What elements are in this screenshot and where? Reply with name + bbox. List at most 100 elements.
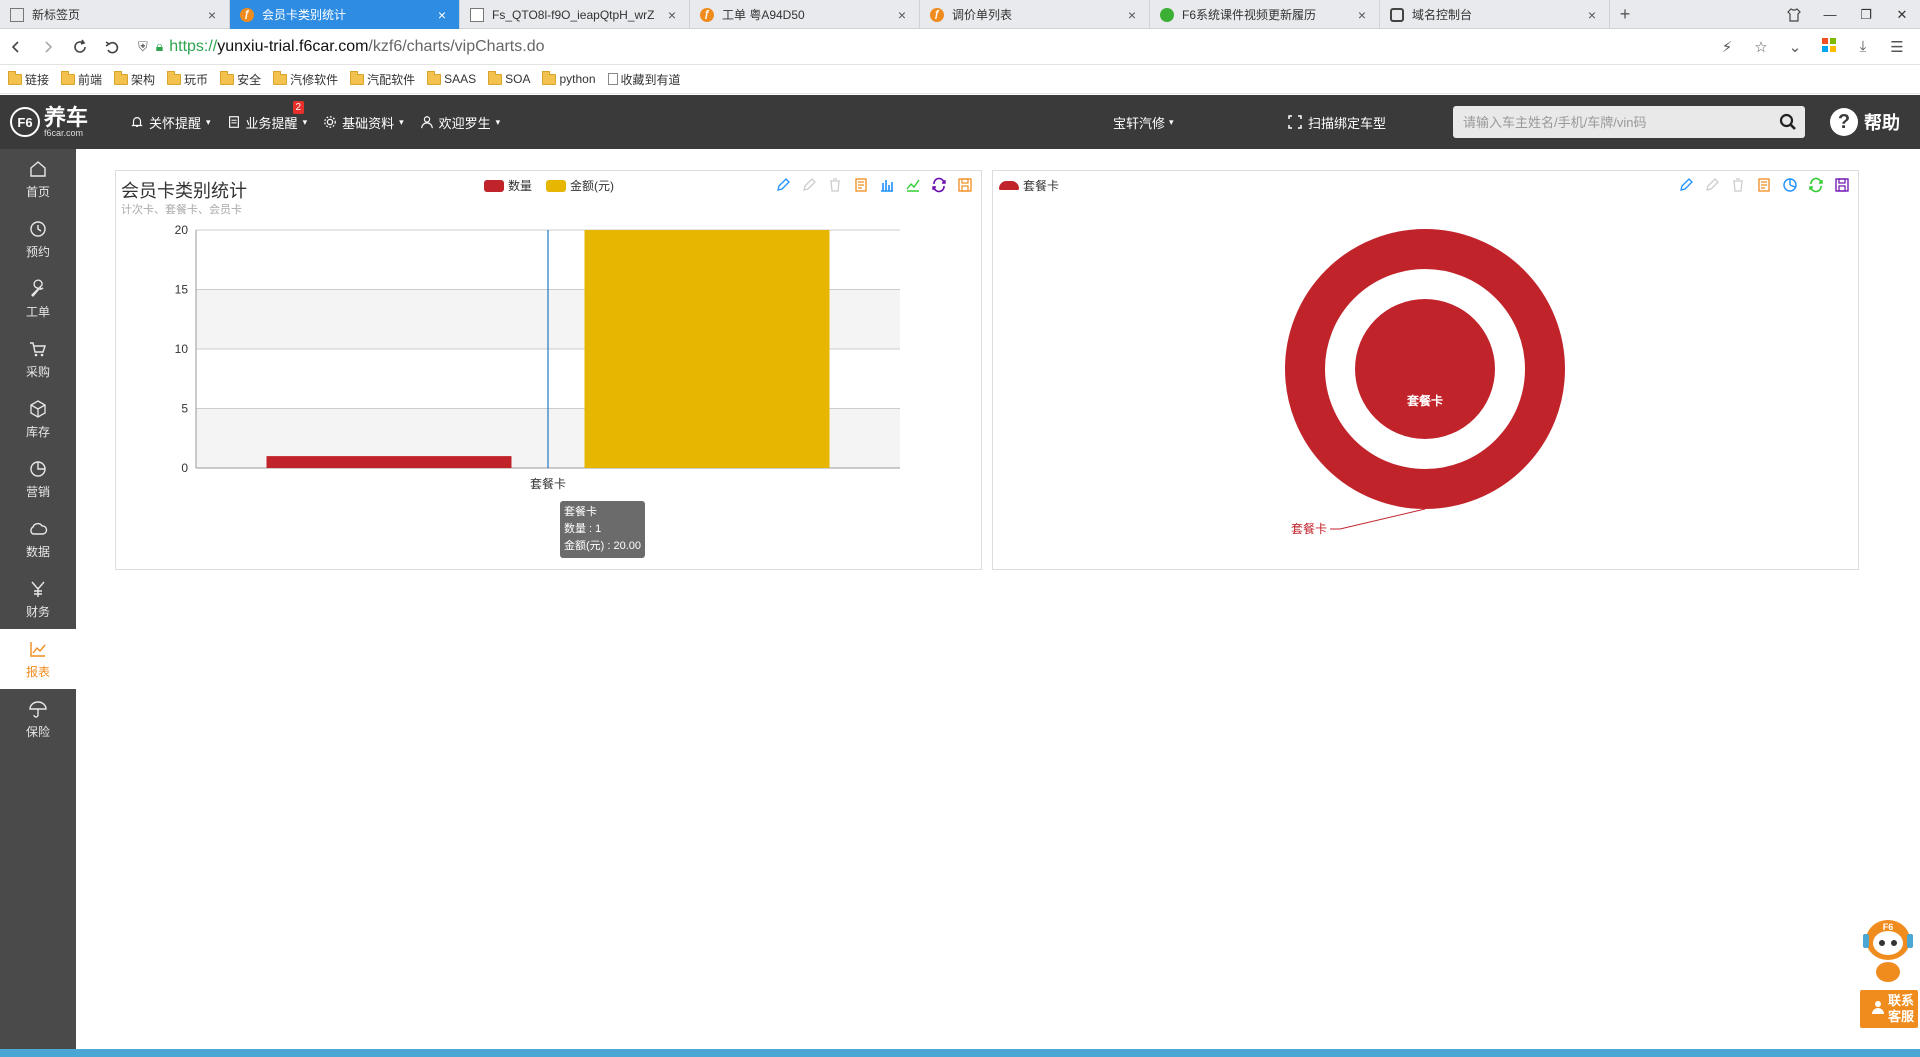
bookmark-item[interactable]: SAAS: [427, 70, 476, 86]
header-menu-item[interactable]: 欢迎罗生 ▾: [420, 113, 501, 132]
lightning-icon[interactable]: ⚡︎: [1712, 38, 1742, 56]
store-name: 宝轩汽修: [1113, 115, 1166, 131]
sidebar-item[interactable]: 库存: [0, 389, 76, 449]
folder-icon: [350, 70, 365, 85]
close-window-button[interactable]: ✕: [1884, 0, 1920, 29]
search-box: [1453, 106, 1805, 138]
sidebar-item[interactable]: 保险: [0, 689, 76, 749]
sidebar-item[interactable]: 首页: [0, 149, 76, 209]
caret-down-icon: ▾: [495, 116, 501, 127]
sidebar-item[interactable]: 营销: [0, 449, 76, 509]
y-tick-label: 0: [181, 461, 188, 475]
folder-icon: [427, 70, 442, 85]
sidebar-item-label: 预约: [25, 244, 50, 259]
sidebar-item-label: 营销: [25, 484, 50, 499]
tab-label: 会员卡类别统计: [262, 8, 347, 22]
bar-1[interactable]: [584, 230, 830, 468]
sidebar-item[interactable]: 报表: [0, 629, 76, 689]
bookmark-item[interactable]: SOA: [488, 70, 530, 86]
skin-icon[interactable]: [1776, 0, 1812, 29]
tab-close-icon[interactable]: ×: [435, 7, 449, 23]
download-icon[interactable]: ⤓: [1848, 38, 1878, 55]
y-tick-label: 10: [175, 342, 189, 356]
browser-tab[interactable]: ƒ 会员卡类别统计 ×: [230, 0, 460, 29]
help-label: 帮助: [1864, 113, 1900, 133]
header-menu-item[interactable]: 业务提醒 ▾ 2: [227, 100, 307, 132]
box-icon: [30, 399, 46, 418]
new-tab-button[interactable]: +: [1610, 0, 1640, 29]
browser-tab[interactable]: Fs_QTO8l-f9O_ieapQtpH_wrZ ×: [460, 0, 690, 29]
help-button[interactable]: ? 帮助: [1830, 95, 1900, 149]
star-icon[interactable]: ☆: [1746, 38, 1776, 56]
store-selector[interactable]: 宝轩汽修 ▾: [1113, 95, 1174, 149]
bookmark-item[interactable]: 收藏到有道: [607, 71, 681, 88]
sidebar-item[interactable]: 数据: [0, 509, 76, 569]
folder-icon: [488, 70, 503, 85]
f6-logo-icon: ƒ: [700, 7, 714, 22]
bookmark-item[interactable]: 链接: [8, 70, 49, 88]
sidebar-item-label: 报表: [25, 664, 50, 679]
clock-icon: [30, 220, 46, 237]
tab-close-icon[interactable]: ×: [1585, 7, 1599, 23]
search-icon[interactable]: [1771, 113, 1805, 131]
bookmark-item[interactable]: 架构: [114, 70, 155, 88]
header-menu-item[interactable]: 基础资料 ▾: [323, 113, 404, 132]
tab-close-icon[interactable]: ×: [1125, 7, 1139, 23]
browser-tab[interactable]: 新标签页 ×: [0, 0, 230, 29]
header-menu-label: 业务提醒: [245, 115, 298, 131]
bookmark-item[interactable]: python: [542, 70, 596, 86]
back-button[interactable]: [0, 31, 32, 63]
sidebar-item-label: 保险: [25, 724, 50, 739]
url-host: yunxiu-trial.f6car.com: [217, 37, 369, 55]
bookmark-item[interactable]: 汽配软件: [350, 70, 416, 88]
bookmark-item[interactable]: 汽修软件: [273, 70, 338, 88]
apps-icon[interactable]: [1814, 37, 1844, 57]
bookmark-label: 收藏到有道: [620, 72, 681, 87]
tab-close-icon[interactable]: ×: [665, 7, 679, 23]
inner-pie-slice[interactable]: [1355, 299, 1495, 439]
sidebar-item[interactable]: 财务: [0, 569, 76, 629]
notification-badge: 2: [292, 100, 305, 114]
pie-icon: [30, 460, 46, 477]
undo-close-button[interactable]: [96, 31, 128, 63]
folder-icon: [114, 70, 129, 85]
home-icon: [30, 160, 46, 177]
logo-subtitle: f6car.com: [44, 127, 84, 138]
browser-tab[interactable]: ƒ 调价单列表 ×: [920, 0, 1150, 29]
scan-bind-label: 扫描绑定车型: [1308, 115, 1387, 131]
reload-button[interactable]: [64, 31, 96, 63]
tooltip-title: 套餐卡: [564, 506, 597, 518]
tab-label: Fs_QTO8l-f9O_ieapQtpH_wrZ: [492, 7, 655, 22]
bookmark-item[interactable]: 安全: [220, 70, 261, 88]
bookmark-item[interactable]: 玩币: [167, 70, 208, 88]
restore-button[interactable]: ❐: [1848, 0, 1884, 29]
browser-tab[interactable]: 域名控制台 ×: [1380, 0, 1610, 29]
scan-bind-button[interactable]: 扫描绑定车型: [1288, 95, 1386, 149]
bookmark-item[interactable]: 前端: [61, 70, 102, 88]
menu-icon[interactable]: ☰: [1882, 38, 1912, 56]
browser-tab[interactable]: ƒ 工单 粤A94D50 ×: [690, 0, 920, 29]
app-logo[interactable]: F6 养车 f6car.com: [0, 95, 120, 149]
tab-close-icon[interactable]: ×: [205, 7, 219, 23]
pie-chart-panel: 套餐卡 套餐卡 套餐卡: [992, 170, 1859, 570]
browser-tab[interactable]: F6系统课件视频更新履历 ×: [1150, 0, 1380, 29]
url-field[interactable]: ⛨ 🔒︎ https:// yunxiu-trial.f6car.com /kz…: [138, 33, 1712, 61]
bookmark-label: python: [559, 72, 596, 86]
tab-close-icon[interactable]: ×: [895, 7, 909, 23]
bar-0[interactable]: [266, 456, 512, 468]
wrench-icon: [31, 279, 44, 297]
search-input[interactable]: [1453, 106, 1771, 138]
minimize-button[interactable]: —: [1812, 0, 1848, 29]
header-menu-item[interactable]: 关怀提醒 ▾: [130, 113, 211, 132]
lock-icon: 🔒︎: [155, 38, 164, 54]
chevron-down-icon[interactable]: ⌄: [1780, 38, 1810, 56]
forward-button[interactable]: [32, 31, 64, 63]
header-menus: 关怀提醒 ▾ 业务提醒 ▾ 2 基础资料 ▾ 欢迎罗生 ▾: [120, 100, 506, 132]
bookmark-label: 汽配软件: [367, 72, 416, 87]
sidebar-item[interactable]: 采购: [0, 329, 76, 389]
grid-icon: [10, 7, 24, 22]
contact-service-button[interactable]: 联系 客服: [1860, 990, 1918, 1028]
sidebar-item[interactable]: 工单: [0, 269, 76, 329]
sidebar-item[interactable]: 预约: [0, 209, 76, 269]
tab-close-icon[interactable]: ×: [1355, 7, 1369, 23]
